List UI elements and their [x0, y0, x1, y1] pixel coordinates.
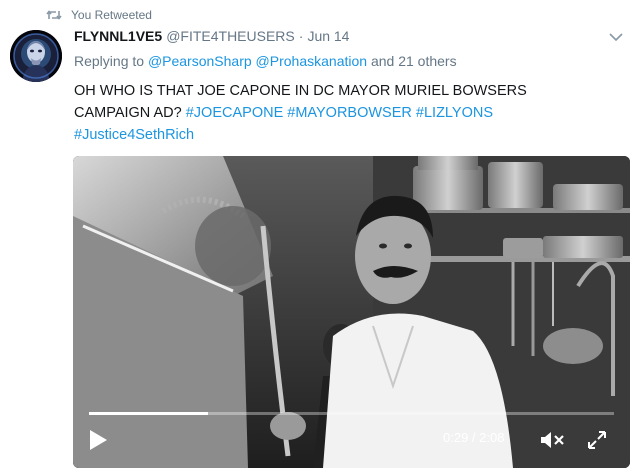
retweet-context-label: You Retweeted: [71, 8, 152, 22]
reply-prefix: Replying to: [74, 53, 145, 69]
reply-mention-link[interactable]: @Prohaskanation: [256, 53, 368, 69]
hashtag-link[interactable]: #MAYORBOWSER: [287, 105, 412, 121]
avatar-image: [10, 30, 62, 82]
hashtag-link[interactable]: #LIZLYONS: [416, 105, 493, 121]
video-progress-bar[interactable]: [89, 412, 614, 415]
volume-muted-icon[interactable]: [539, 430, 565, 450]
retweet-context: You Retweeted: [46, 6, 152, 24]
chevron-down-icon[interactable]: [608, 30, 624, 44]
tweet-header: FLYNNL1VE5 @FITE4THEUSERS · Jun 14: [74, 28, 349, 48]
author-username[interactable]: @FITE4THEUSERS: [166, 28, 295, 44]
video-frame: [73, 156, 630, 468]
reply-mention-link[interactable]: @PearsonSharp: [148, 53, 252, 69]
retweet-icon: [46, 10, 62, 20]
hashtag-link[interactable]: #JOECAPONE: [186, 105, 284, 121]
video-time: 0:29 / 2:08: [443, 430, 505, 445]
video-progress-fill: [89, 412, 209, 415]
hashtag-link[interactable]: #Justice4SethRich: [74, 127, 194, 143]
video-player[interactable]: 0:29 / 2:08: [73, 156, 630, 468]
tweet[interactable]: You Retweeted FLYNNL1VE5 @FITE4THEUSERS …: [0, 0, 638, 476]
tweet-text: OH WHO IS THAT JOE CAPONE IN DC MAYOR MU…: [74, 80, 594, 146]
header-separator: ·: [298, 28, 304, 44]
fullscreen-icon[interactable]: [585, 428, 609, 452]
avatar[interactable]: [10, 30, 62, 82]
play-icon[interactable]: [87, 428, 109, 452]
author-fullname[interactable]: FLYNNL1VE5: [74, 28, 162, 44]
tweet-timestamp[interactable]: Jun 14: [307, 28, 349, 44]
reply-context: Replying to @PearsonSharp @Prohaskanatio…: [74, 53, 457, 69]
reply-others[interactable]: and 21 others: [371, 53, 457, 69]
